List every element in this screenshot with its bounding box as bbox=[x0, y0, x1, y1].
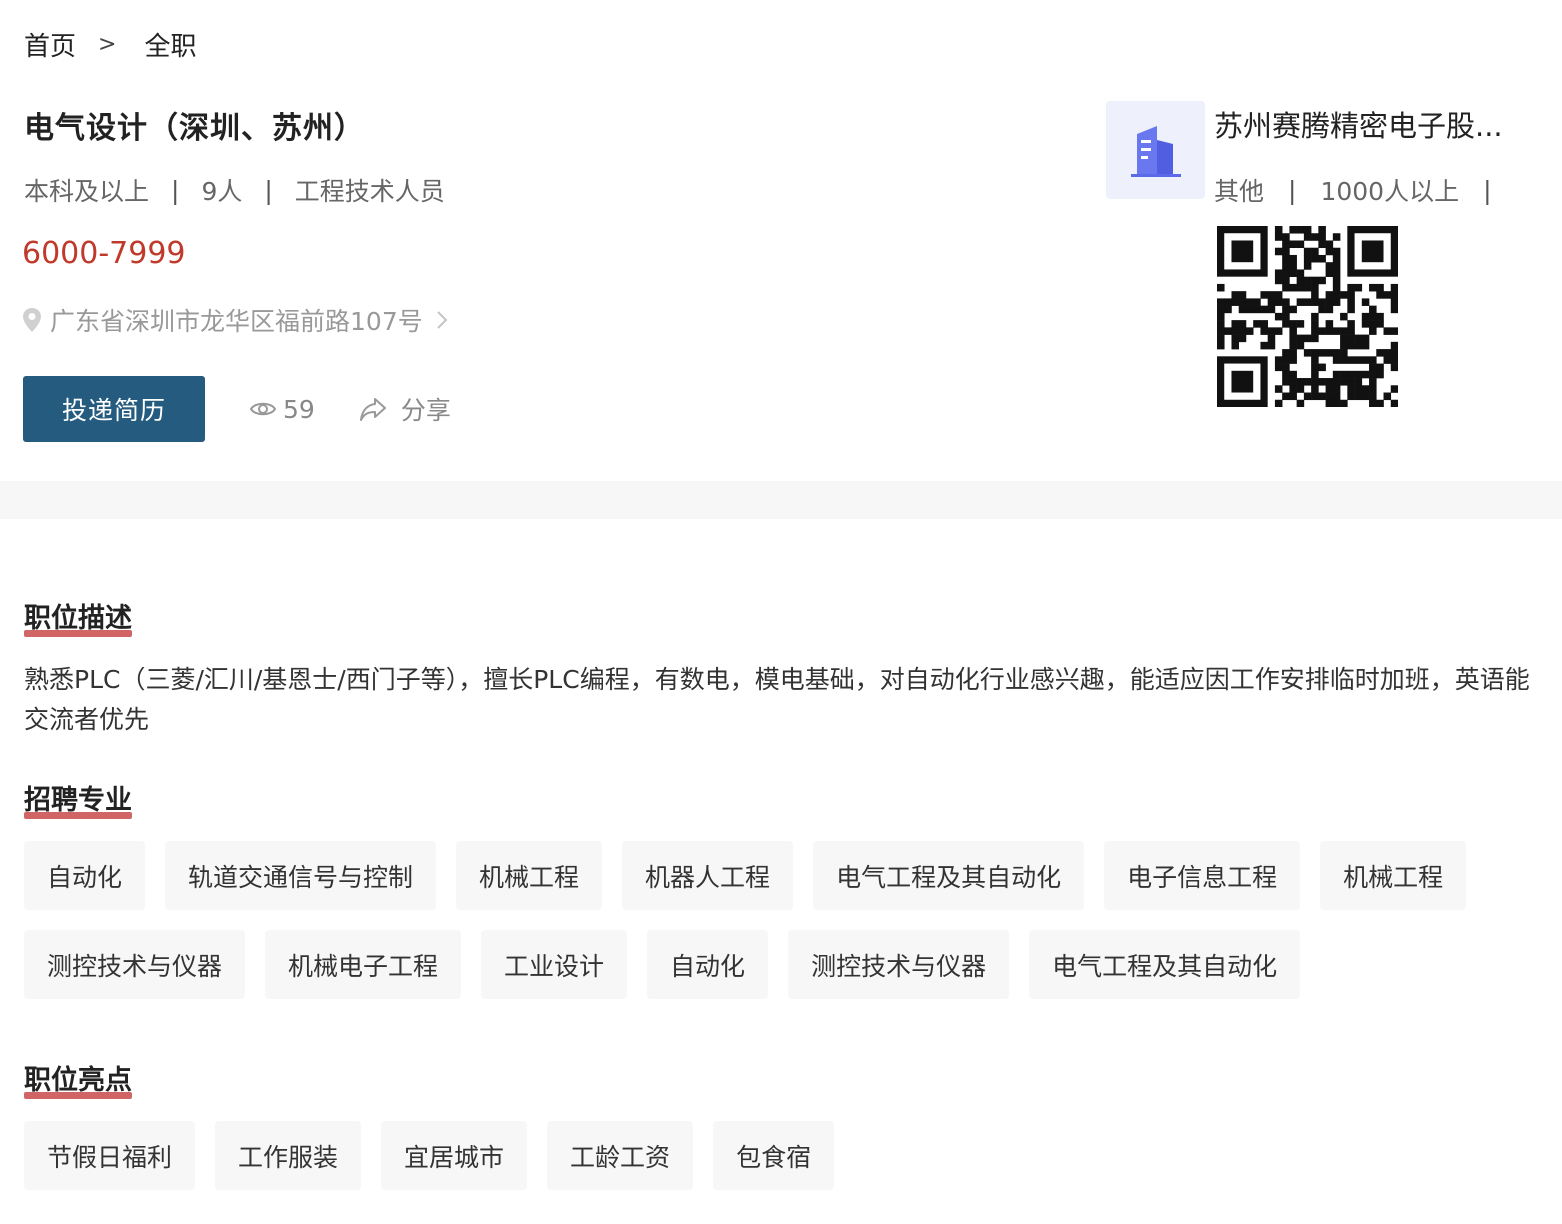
section-title-highlights: 职位亮点 bbox=[24, 1058, 132, 1099]
section-divider bbox=[0, 481, 1562, 519]
major-tag: 轨道交通信号与控制 bbox=[165, 841, 437, 910]
share-icon bbox=[359, 396, 387, 422]
job-salary: 6000-7999 bbox=[22, 236, 186, 271]
company-name[interactable]: 苏州赛腾精密电子股... bbox=[1214, 103, 1544, 145]
breadcrumb: 首页 > 全职 bbox=[24, 26, 196, 62]
job-headcount: 9人 bbox=[201, 177, 243, 206]
major-tag: 自动化 bbox=[647, 930, 769, 999]
job-title: 电气设计（深圳、苏州） bbox=[24, 111, 365, 146]
company-type: 其他 bbox=[1214, 177, 1265, 206]
meta-separator: | bbox=[264, 175, 273, 205]
section-title-description: 职位描述 bbox=[24, 596, 132, 637]
major-tag: 测控技术与仪器 bbox=[788, 930, 1010, 999]
share-label: 分享 bbox=[400, 396, 451, 425]
job-detail-page: 首页 > 全职 电气设计（深圳、苏州） 本科及以上 | 9人 | 工程技术人员 … bbox=[0, 0, 1562, 1224]
meta-separator: | bbox=[1288, 175, 1297, 205]
apply-button[interactable]: 投递简历 bbox=[23, 376, 205, 442]
major-tag: 机械电子工程 bbox=[265, 930, 462, 999]
section-title-majors: 招聘专业 bbox=[24, 778, 132, 819]
job-actions: 投递简历 59 分享 bbox=[23, 376, 451, 442]
job-address[interactable]: 广东省深圳市龙华区福前路107号 bbox=[22, 302, 449, 338]
view-count-value: 59 bbox=[283, 394, 315, 424]
highlight-tag: 宜居城市 bbox=[381, 1121, 528, 1190]
location-pin-icon bbox=[22, 307, 42, 333]
major-tag: 机械工程 bbox=[1320, 841, 1467, 910]
major-tag: 电气工程及其自动化 bbox=[813, 841, 1085, 910]
meta-separator: | bbox=[1483, 175, 1492, 205]
company-logo[interactable] bbox=[1106, 101, 1205, 199]
company-size: 1000人以上 bbox=[1320, 177, 1460, 206]
share-button[interactable]: 分享 bbox=[359, 391, 451, 427]
address-text: 广东省深圳市龙华区福前路107号 bbox=[50, 307, 423, 336]
eye-icon bbox=[249, 398, 277, 420]
breadcrumb-separator: > bbox=[98, 31, 117, 57]
majors-list: 自动化 轨道交通信号与控制 机械工程 机器人工程 电气工程及其自动化 电子信息工… bbox=[24, 841, 1562, 1019]
building-icon bbox=[1130, 126, 1181, 177]
highlight-tag: 包食宿 bbox=[713, 1121, 835, 1190]
view-count: 59 bbox=[249, 395, 315, 424]
breadcrumb-home[interactable]: 首页 bbox=[24, 26, 76, 63]
chevron-right-icon bbox=[435, 309, 449, 331]
highlights-list: 节假日福利 工作服装 宜居城市 工龄工资 包食宿 bbox=[24, 1121, 1562, 1210]
major-tag: 机械工程 bbox=[456, 841, 603, 910]
major-tag: 测控技术与仪器 bbox=[24, 930, 246, 999]
highlight-tag: 工龄工资 bbox=[547, 1121, 694, 1190]
major-tag: 电气工程及其自动化 bbox=[1029, 930, 1301, 999]
highlight-tag: 节假日福利 bbox=[24, 1121, 196, 1190]
major-tag: 自动化 bbox=[24, 841, 146, 910]
job-category: 工程技术人员 bbox=[294, 177, 445, 206]
highlight-tag: 工作服装 bbox=[215, 1121, 362, 1190]
job-description: 熟悉PLC（三菱/汇川/基恩士/西门子等），擅长PLC编程，有数电，模电基础，对… bbox=[24, 665, 1530, 734]
company-meta: 其他 | 1000人以上 | bbox=[1214, 172, 1516, 208]
major-tag: 电子信息工程 bbox=[1104, 841, 1301, 910]
job-meta: 本科及以上 | 9人 | 工程技术人员 bbox=[24, 172, 445, 208]
meta-separator: | bbox=[171, 175, 180, 205]
qr-code bbox=[1217, 226, 1398, 407]
job-education: 本科及以上 bbox=[24, 177, 150, 206]
major-tag: 机器人工程 bbox=[622, 841, 794, 910]
major-tag: 工业设计 bbox=[481, 930, 628, 999]
breadcrumb-current[interactable]: 全职 bbox=[144, 26, 196, 63]
